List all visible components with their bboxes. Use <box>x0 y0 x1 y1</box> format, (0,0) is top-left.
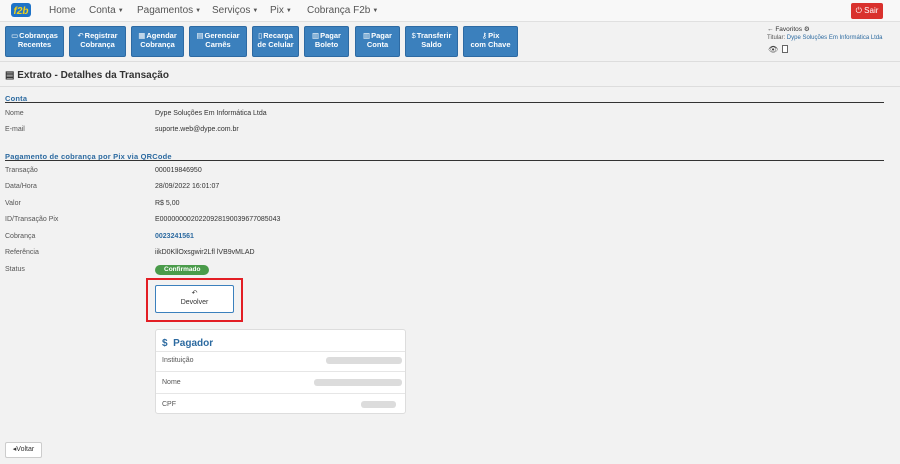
pix-id-value: E00000000202209281900396770850​43 <box>155 216 281 223</box>
caret-down-icon: ▼ <box>252 8 259 14</box>
field-label: Nome <box>162 379 181 386</box>
titular-name[interactable]: Dype Soluções Em Informática Ltda <box>787 35 883 41</box>
logout-button[interactable]: ⏻ Sair <box>851 3 883 19</box>
divider <box>156 393 405 394</box>
datetime-value: 28/09/2022 16:01:07 <box>155 183 220 190</box>
field-label: Instituição <box>162 357 194 364</box>
barcode-icon: ▥ <box>312 31 320 40</box>
key-icon: ⚷ <box>481 31 488 40</box>
cobranca-link[interactable]: 0023241561 <box>155 233 194 240</box>
list-icon: ▤ <box>196 31 204 40</box>
divider <box>156 371 405 372</box>
caret-down-icon: ▼ <box>195 8 202 14</box>
reference-value: iikD0KllOxsgwir2Lfl lVB9vMLAD <box>155 249 255 256</box>
amount-value: R$ 5,00 <box>155 200 180 207</box>
field-label: Data/Hora <box>5 183 37 190</box>
barcode-icon: ▥ <box>363 31 371 40</box>
nav-home[interactable]: Home <box>49 5 76 16</box>
titular-info: Titular: Dype Soluções Em Informática Lt… <box>767 35 883 41</box>
caret-down-icon: ▼ <box>372 8 379 14</box>
cobrancas-recentes-button[interactable]: ▭Cobranças Recentes <box>5 26 64 57</box>
reply-icon: ↶ <box>77 31 84 40</box>
pagar-boleto-button[interactable]: ▥Pagar Boleto <box>304 26 349 57</box>
divider <box>0 86 900 87</box>
phone-icon: ▯ <box>258 31 263 40</box>
svg-text:f2b: f2b <box>14 6 29 17</box>
field-label: Cobrança <box>5 233 36 240</box>
field-label: Referência <box>5 249 39 256</box>
nav-cobranca-f2b[interactable]: Cobrança F2b ▼ <box>307 5 378 16</box>
f2b-logo[interactable]: f2b <box>11 2 31 18</box>
folder-icon: ▭ <box>11 31 19 40</box>
dollar-icon: $ <box>411 31 416 40</box>
agendar-cobranca-button[interactable]: ▦Agendar Cobrança <box>131 26 184 57</box>
page-title: ▤ Extrato - Detalhes da Transação <box>5 70 169 81</box>
document-icon: ▤ <box>5 70 15 81</box>
nav-pix[interactable]: Pix ▼ <box>270 5 292 16</box>
arrow-left-icon: ← <box>767 26 774 33</box>
field-label: Status <box>5 266 25 273</box>
redacted-cpf <box>361 401 396 408</box>
pagador-card: $ Pagador Instituição Nome CPF <box>155 329 406 414</box>
transferir-saldo-button[interactable]: $Transferir Saldo <box>405 26 458 57</box>
gear-icon[interactable]: ⚙ <box>804 26 810 33</box>
back-button[interactable]: ◂Voltar <box>5 442 42 458</box>
pagar-conta-button[interactable]: ▥Pagar Conta <box>355 26 400 57</box>
field-label: CPF <box>162 401 176 408</box>
nav-conta[interactable]: Conta ▼ <box>89 5 124 16</box>
quick-actions-toolbar: ▭Cobranças Recentes ↶Registrar Cobrança ▦A… <box>0 22 900 62</box>
caret-down-icon: ▼ <box>285 8 292 14</box>
reply-icon: ↶ <box>191 290 198 297</box>
field-label: E-mail <box>5 126 25 133</box>
gerenciar-carnes-button[interactable]: ▤Gerenciar Carnês <box>189 26 247 57</box>
document-icon[interactable] <box>782 45 788 53</box>
devolver-button[interactable]: ↶ Devolver <box>155 285 234 313</box>
divider <box>5 102 884 103</box>
divider <box>156 351 405 352</box>
account-name-value: Dype Soluções Em Informática Ltda <box>155 110 267 117</box>
power-icon: ⏻ <box>855 6 862 15</box>
account-email-value: suporte.web@dype.com.br <box>155 126 239 133</box>
redacted-institution <box>326 357 402 364</box>
caret-down-icon: ▼ <box>117 8 124 14</box>
status-badge: Confirmado <box>155 265 210 275</box>
pix-com-chave-button[interactable]: ⚷Pix com Chave <box>463 26 518 57</box>
favorites-link[interactable]: ← Favoritos ⚙ <box>767 25 810 33</box>
top-navbar: f2b Home Conta ▼ Pagamentos ▼ Serviços ▼ Pi… <box>0 0 900 22</box>
registrar-cobranca-button[interactable]: ↶Registrar Cobrança <box>69 26 126 57</box>
divider <box>5 160 884 161</box>
field-label: Valor <box>5 200 21 207</box>
nav-pagamentos[interactable]: Pagamentos ▼ <box>137 5 201 16</box>
field-label: Transação <box>5 167 38 174</box>
recarga-celular-button[interactable]: ▯Recarga de Celular <box>252 26 299 57</box>
field-label: Nome <box>5 110 24 117</box>
pagador-title: $ Pagador <box>162 338 214 349</box>
redacted-name <box>314 379 402 386</box>
field-label: ID/Transação Pix <box>5 216 59 223</box>
transaction-id-value: 000019846950 <box>155 167 202 174</box>
dollar-icon: $ <box>162 338 168 349</box>
nav-servicos[interactable]: Serviços ▼ <box>212 5 258 16</box>
eye-icon[interactable]: 👁 <box>768 45 778 54</box>
calendar-icon: ▦ <box>138 31 146 40</box>
